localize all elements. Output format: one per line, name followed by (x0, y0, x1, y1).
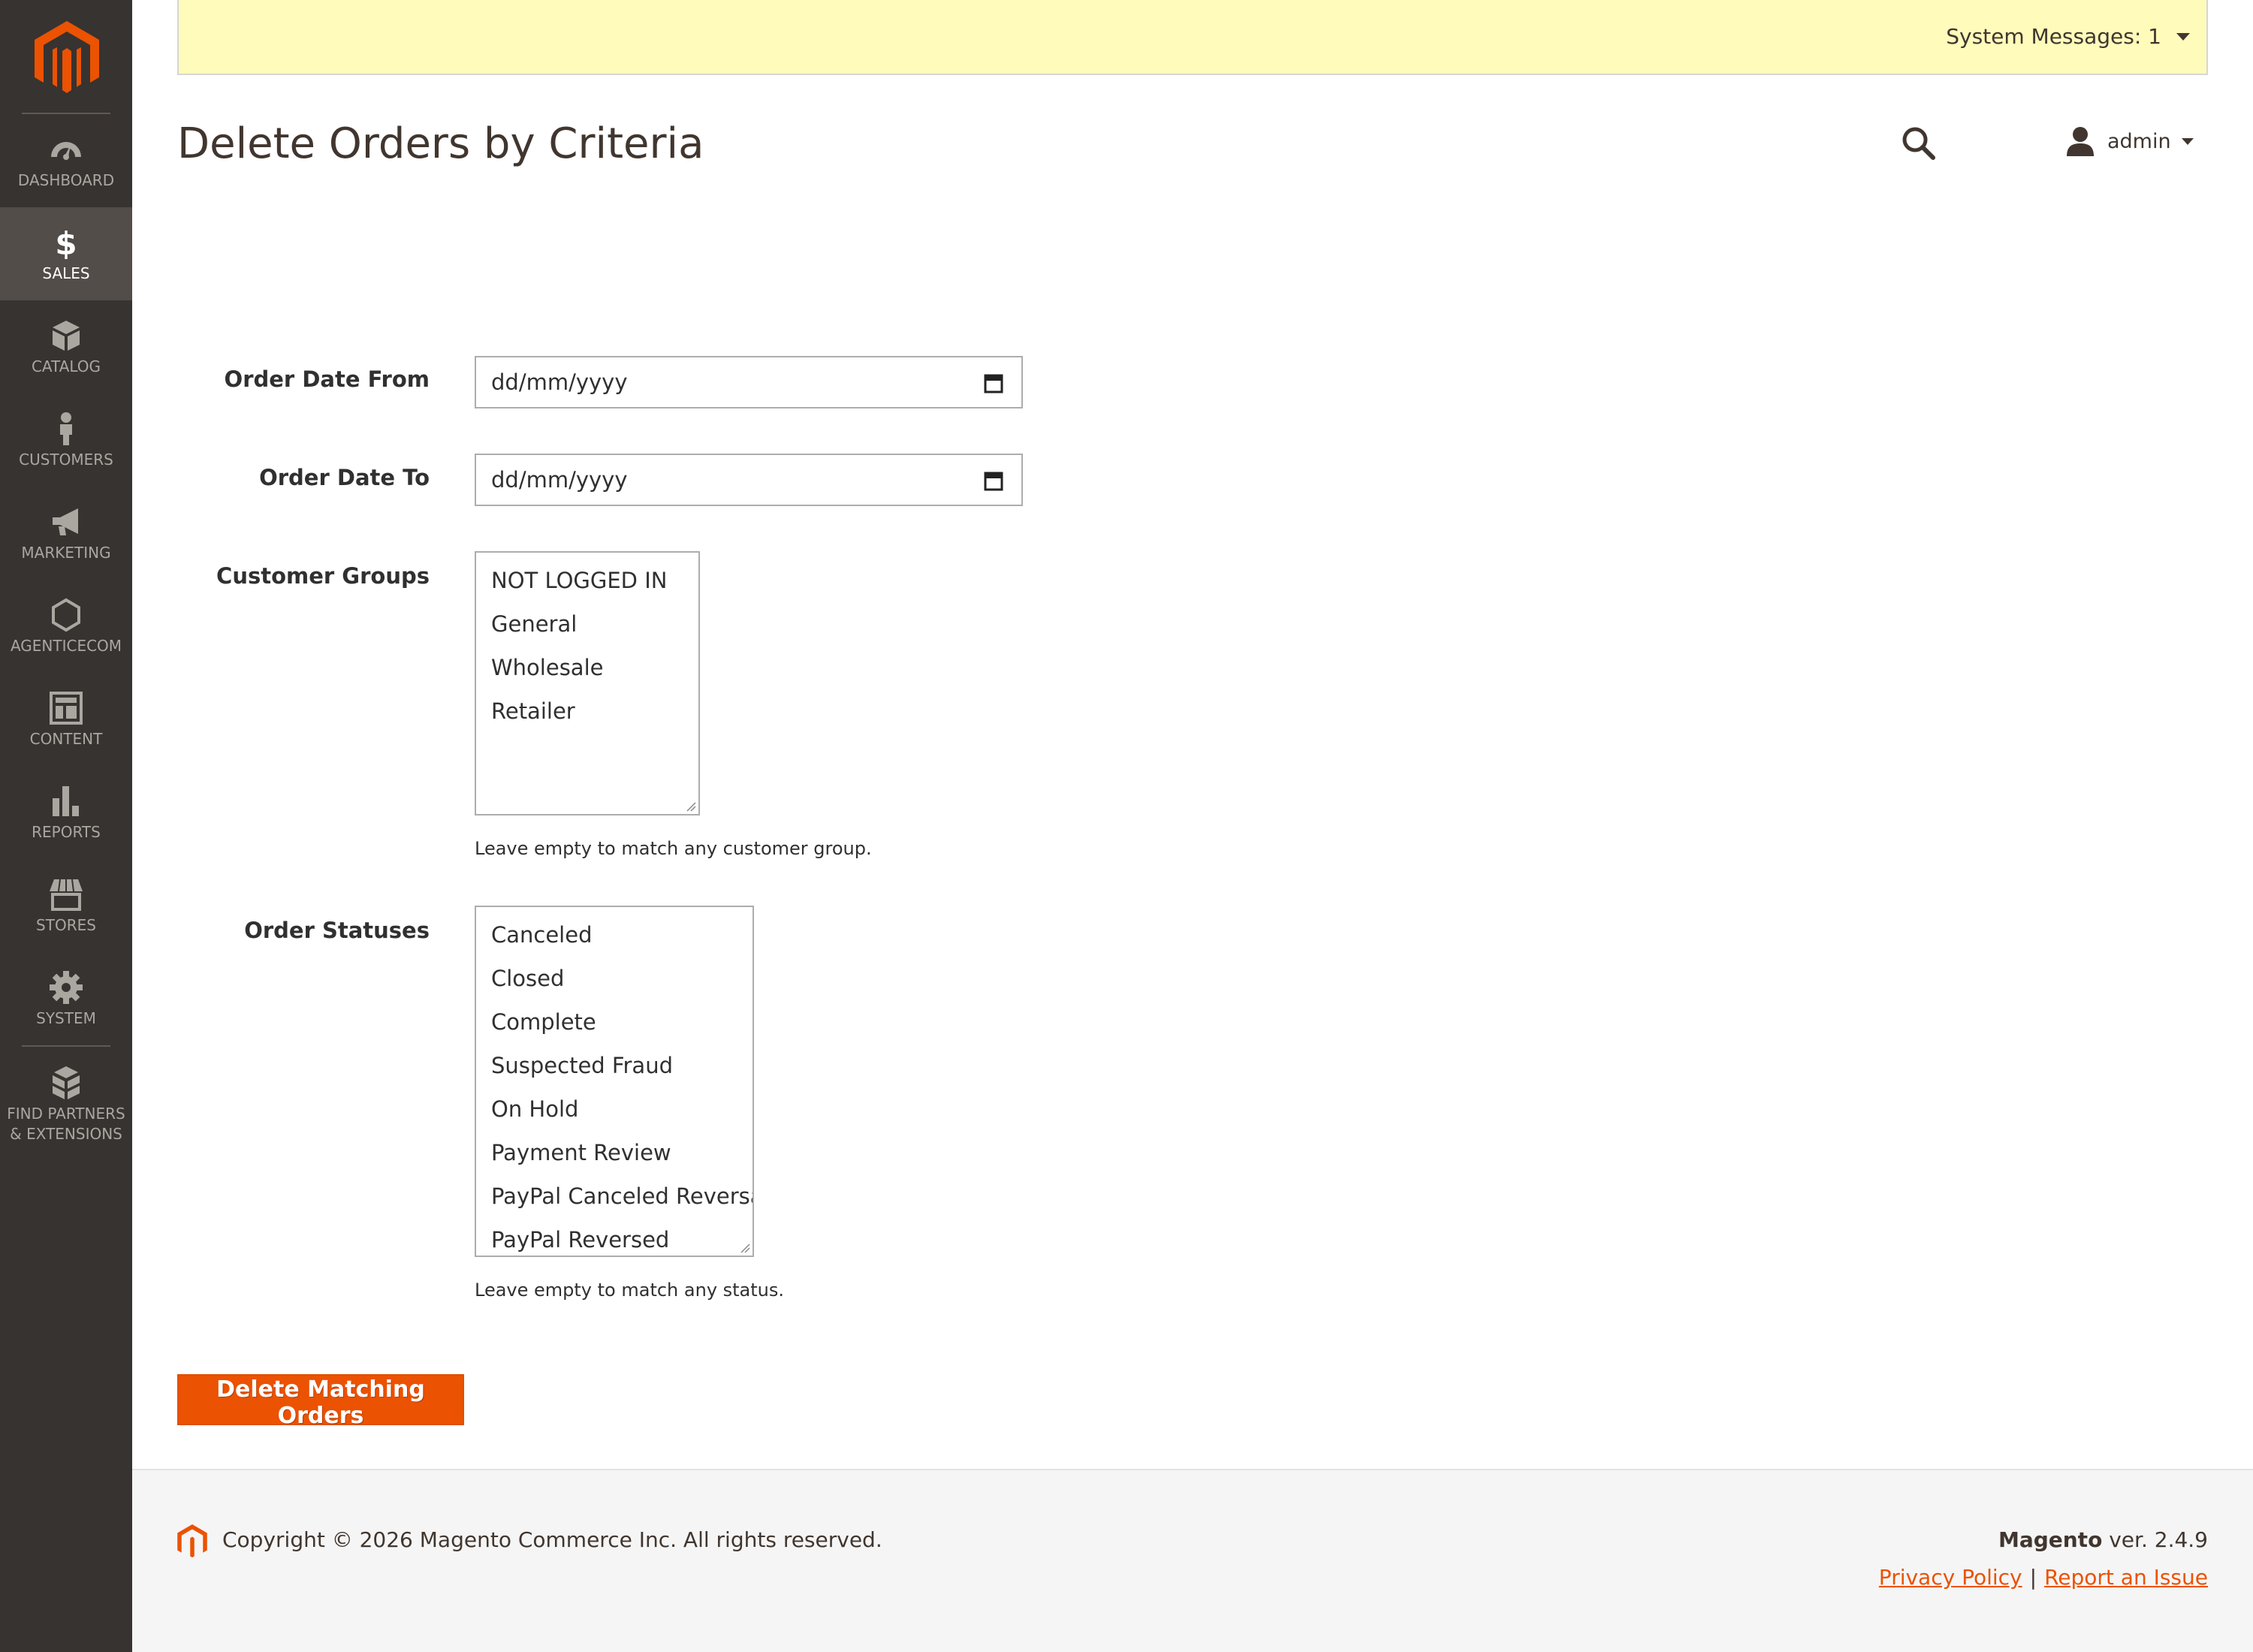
select-option[interactable]: NOT LOGGED IN (476, 559, 698, 602)
date-placeholder: dd/mm/yyyy (491, 369, 628, 395)
privacy-policy-link[interactable]: Privacy Policy (1879, 1565, 2022, 1590)
sidebar-item-sales[interactable]: $ Sales (0, 207, 132, 300)
customer-groups-label: Customer Groups (216, 563, 430, 589)
sidebar-item-system[interactable]: System (0, 952, 132, 1045)
person-icon (60, 411, 72, 445)
select-option[interactable]: Suspected Fraud (476, 1044, 753, 1087)
gear-icon (50, 970, 83, 1004)
customer-groups-select[interactable]: NOT LOGGED IN General Wholesale Retailer (475, 551, 700, 815)
admin-username: admin (2107, 129, 2171, 153)
date-placeholder: dd/mm/yyyy (491, 467, 628, 493)
resize-handle-icon[interactable] (740, 1243, 750, 1253)
order-date-to-input[interactable]: dd/mm/yyyy (475, 454, 1023, 506)
order-date-to-label: Order Date To (259, 465, 430, 490)
select-option[interactable]: PayPal Reversed (476, 1218, 753, 1256)
dollar-icon: $ (55, 225, 77, 261)
storefront-icon (50, 879, 83, 911)
magento-logo[interactable] (35, 21, 99, 96)
sidebar-item-agenticecom[interactable]: AgenticEcom (0, 580, 132, 673)
chevron-down-icon[interactable] (2176, 33, 2190, 41)
select-option[interactable]: PayPal Canceled Reversal (476, 1174, 753, 1218)
user-icon (2067, 127, 2094, 156)
report-issue-link[interactable]: Report an Issue (2044, 1565, 2208, 1590)
order-statuses-note: Leave empty to match any status. (475, 1280, 785, 1301)
sidebar-item-label: Find Partners & Extensions (7, 1105, 125, 1143)
link-separator: | (2029, 1565, 2037, 1590)
search-icon[interactable] (1900, 125, 1938, 162)
page-title: Delete Orders by Criteria (177, 119, 704, 168)
calendar-icon[interactable] (984, 470, 1003, 491)
sidebar-item-label: Marketing (21, 543, 111, 562)
brand-name: Magento (1998, 1527, 2103, 1552)
select-option[interactable]: General (476, 602, 698, 646)
layout-icon (50, 691, 83, 725)
select-option[interactable]: Retailer (476, 689, 698, 733)
magento-logo (177, 1524, 207, 1558)
sidebar-item-label: Sales (42, 264, 90, 282)
select-option[interactable]: Wholesale (476, 646, 698, 689)
version-text: ver. 2.4.9 (2102, 1527, 2208, 1552)
sidebar-item-label: Dashboard (17, 170, 115, 189)
system-messages-toggle[interactable]: System Messages: 1 (1946, 24, 2161, 49)
calendar-icon[interactable] (984, 372, 1003, 393)
page-footer: Copyright © 2026 Magento Commerce Inc. A… (132, 1469, 2253, 1652)
sidebar-item-label: System (36, 1008, 96, 1027)
megaphone-icon (53, 508, 78, 535)
sidebar-item-label: AgenticEcom (10, 636, 122, 655)
sidebar-item-label: Reports (32, 822, 101, 841)
bar-chart-icon (53, 785, 79, 816)
delete-matching-orders-button[interactable]: Delete Matching Orders (177, 1374, 464, 1429)
admin-sidebar: Dashboard $ Sales Catalog Customers Mark… (0, 0, 132, 1652)
system-messages-bar: System Messages: 1 (177, 0, 2208, 75)
chevron-down-icon (2181, 137, 2194, 145)
select-option[interactable]: On Hold (476, 1087, 753, 1131)
admin-user-menu[interactable]: admin (2064, 125, 2194, 158)
copyright-text: Copyright © 2026 Magento Commerce Inc. A… (222, 1527, 882, 1552)
svg-text:$: $ (55, 225, 77, 261)
sidebar-item-find-partners[interactable]: Find Partners & Extensions (0, 1048, 132, 1161)
dashboard-icon (51, 141, 81, 160)
select-option[interactable]: Canceled (476, 913, 753, 957)
footer-links: Privacy Policy | Report an Issue (1879, 1565, 2208, 1590)
cube-icon (53, 320, 80, 351)
select-option[interactable]: Closed (476, 957, 753, 1000)
sidebar-item-dashboard[interactable]: Dashboard (0, 114, 132, 207)
sidebar-divider (22, 1045, 110, 1047)
sidebar-item-reports[interactable]: Reports (0, 766, 132, 859)
order-date-from-label: Order Date From (224, 366, 430, 392)
version-info: Magento ver. 2.4.9 (1998, 1527, 2208, 1552)
resize-handle-icon[interactable] (686, 801, 696, 812)
sidebar-item-content[interactable]: Content (0, 673, 132, 766)
select-option[interactable]: Complete (476, 1000, 753, 1044)
hexagon-icon (52, 598, 80, 632)
select-option[interactable]: Payment Review (476, 1131, 753, 1174)
customer-groups-note: Leave empty to match any customer group. (475, 838, 872, 859)
boxes-icon (53, 1066, 80, 1099)
order-statuses-select[interactable]: Canceled Closed Complete Suspected Fraud… (475, 906, 754, 1257)
order-date-from-input[interactable]: dd/mm/yyyy (475, 356, 1023, 408)
sidebar-item-label: Content (29, 729, 103, 748)
order-statuses-label: Order Statuses (244, 918, 430, 943)
